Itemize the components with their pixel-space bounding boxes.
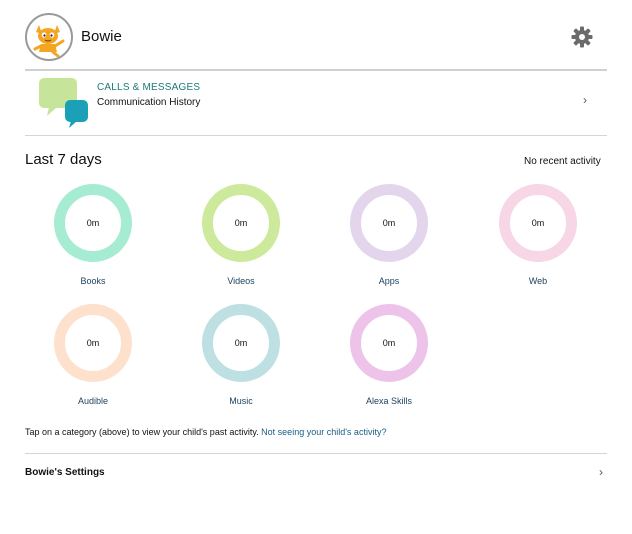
web-time: 0m (531, 218, 545, 228)
apps-time: 0m (382, 218, 396, 228)
web-ring: 0m (499, 184, 577, 262)
apps-ring: 0m (350, 184, 428, 262)
cartoon-cat-avatar-icon (27, 15, 71, 59)
category-web[interactable]: 0m Web (487, 184, 587, 300)
books-ring: 0m (54, 184, 132, 262)
child-settings-label: Bowie's Settings (25, 467, 105, 478)
child-name: Bowie (81, 28, 122, 45)
videos-ring: 0m (202, 184, 280, 262)
books-time: 0m (86, 218, 100, 228)
audible-ring: 0m (54, 304, 132, 382)
web-label: Web (528, 276, 548, 286)
alexa-skills-label: Alexa Skills (365, 396, 412, 406)
category-videos[interactable]: 0m Videos (190, 184, 290, 300)
music-ring: 0m (202, 304, 280, 382)
audible-time: 0m (86, 338, 100, 348)
help-text-row: Tap on a category (above) to view your c… (25, 427, 386, 437)
music-time: 0m (234, 338, 248, 348)
communication-history-label: Communication History (97, 97, 201, 108)
category-books[interactable]: 0m Books (42, 184, 142, 300)
section-title: Last 7 days (25, 151, 102, 168)
category-music[interactable]: 0m Music (190, 304, 290, 420)
calls-messages-row[interactable]: CALLS & MESSAGES Communication History › (25, 72, 607, 134)
alexa-skills-time: 0m (382, 338, 396, 348)
category-audible[interactable]: 0m Audible (42, 304, 142, 420)
music-label: Music (229, 396, 253, 406)
videos-time: 0m (234, 218, 248, 228)
child-settings-row[interactable]: Bowie's Settings › (25, 454, 607, 492)
calls-divider (25, 135, 607, 136)
help-text: Tap on a category (above) to view your c… (25, 427, 262, 437)
header-divider (25, 69, 607, 71)
avatar[interactable] (25, 13, 73, 61)
audible-label: Audible (77, 396, 109, 406)
category-apps[interactable]: 0m Apps (338, 184, 438, 300)
not-seeing-activity-link[interactable]: Not seeing your child's activity? (261, 427, 386, 437)
activity-status: No recent activity (524, 156, 601, 167)
gear-icon[interactable] (570, 25, 594, 49)
chevron-right-icon: › (599, 465, 603, 479)
apps-label: Apps (378, 276, 400, 286)
chat-bubbles-icon (39, 78, 88, 128)
videos-label: Videos (227, 276, 255, 286)
chevron-right-icon: › (583, 93, 587, 107)
calls-messages-title: CALLS & MESSAGES (97, 82, 201, 93)
alexa-skills-ring: 0m (350, 304, 428, 382)
books-label: Books (80, 276, 106, 286)
category-alexa-skills[interactable]: 0m Alexa Skills (338, 304, 438, 420)
